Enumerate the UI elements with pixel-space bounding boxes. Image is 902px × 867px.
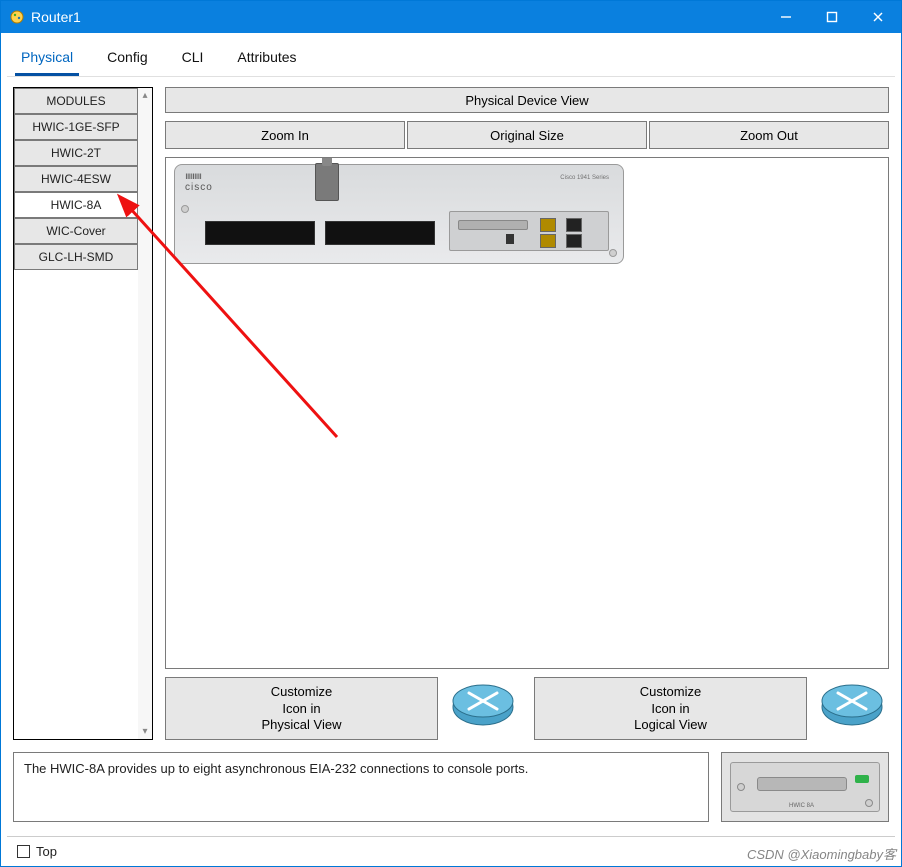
antenna-icon [315,163,339,201]
close-button[interactable] [855,1,901,33]
customize-row: Customize Icon in Physical View [165,677,889,740]
screw-icon [865,799,873,807]
router-chassis[interactable]: ıııııııııcisco Cisco 1941 Series [174,164,624,264]
device-column: Physical Device View Zoom In Original Si… [165,87,889,740]
console-port[interactable] [458,220,528,230]
customize-logical-button[interactable]: Customize Icon in Logical View [534,677,807,740]
module-item-selected[interactable]: HWIC-8A [14,192,138,218]
maximize-button[interactable] [809,1,855,33]
app-icon [9,9,25,25]
app-window: Router1 Physical Config CLI Attributes M… [0,0,902,867]
module-item[interactable]: HWIC-2T [14,140,138,166]
watermark: CSDN @Xiaomingbaby客 [747,844,896,863]
top-checkbox-label: Top [36,844,57,859]
original-size-button[interactable]: Original Size [407,121,647,149]
module-item[interactable]: GLC-LH-SMD [14,244,138,270]
modules-panel: MODULES HWIC-1GE-SFP HWIC-2T HWIC-4ESW H… [13,87,153,740]
module-item[interactable]: WIC-Cover [14,218,138,244]
expansion-slot[interactable] [325,221,435,245]
card-label: HWIC 8A [789,803,814,809]
zoom-out-button[interactable]: Zoom Out [649,121,889,149]
usb-port[interactable] [506,234,514,244]
module-item[interactable]: HWIC-1GE-SFP [14,114,138,140]
physical-device-view[interactable]: ıııııııııcisco Cisco 1941 Series [165,157,889,669]
modules-scrollbar[interactable]: ▴ ▾ [138,88,152,739]
title-bar: Router1 [1,1,901,33]
port-panel[interactable] [449,211,609,251]
modules-list: MODULES HWIC-1GE-SFP HWIC-2T HWIC-4ESW H… [14,88,138,739]
chevron-down-icon: ▾ [142,726,147,737]
work-area: MODULES HWIC-1GE-SFP HWIC-2T HWIC-4ESW H… [7,77,895,746]
ethernet-port[interactable] [540,218,556,232]
tab-cli[interactable]: CLI [176,49,210,76]
ethernet-port[interactable] [540,234,556,248]
device-view-header: Physical Device View [165,87,889,113]
screw-icon [737,783,745,791]
hwic-8a-card[interactable]: HWIC 8A [730,762,880,812]
customize-physical-button[interactable]: Customize Icon in Physical View [165,677,438,740]
module-item[interactable]: HWIC-4ESW [14,166,138,192]
module-description: The HWIC-8A provides up to eight asynchr… [13,752,709,822]
ethernet-port[interactable] [566,234,582,248]
tab-config[interactable]: Config [101,49,153,76]
tab-physical[interactable]: Physical [15,49,79,76]
client-area: Physical Config CLI Attributes MODULES H… [1,33,901,866]
window-title: Router1 [31,9,81,25]
tab-attributes[interactable]: Attributes [231,49,302,76]
device-model-label: Cisco 1941 Series [560,175,609,181]
cisco-logo: ıııııııııcisco [185,171,213,193]
screw-icon [609,249,617,257]
led-icon [855,775,869,783]
zoom-controls: Zoom In Original Size Zoom Out [165,121,889,149]
module-preview[interactable]: HWIC 8A [721,752,889,822]
zoom-in-button[interactable]: Zoom In [165,121,405,149]
tab-bar: Physical Config CLI Attributes [7,39,895,77]
top-checkbox[interactable] [17,845,30,858]
router-icon [446,677,520,731]
description-row: The HWIC-8A provides up to eight asynchr… [7,746,895,836]
expansion-slot[interactable] [205,221,315,245]
minimize-button[interactable] [763,1,809,33]
screw-icon [181,205,189,213]
modules-header: MODULES [14,88,138,114]
serial-connector [757,777,847,791]
router-icon [815,677,889,731]
chevron-up-icon: ▴ [142,90,147,101]
ethernet-port[interactable] [566,218,582,232]
